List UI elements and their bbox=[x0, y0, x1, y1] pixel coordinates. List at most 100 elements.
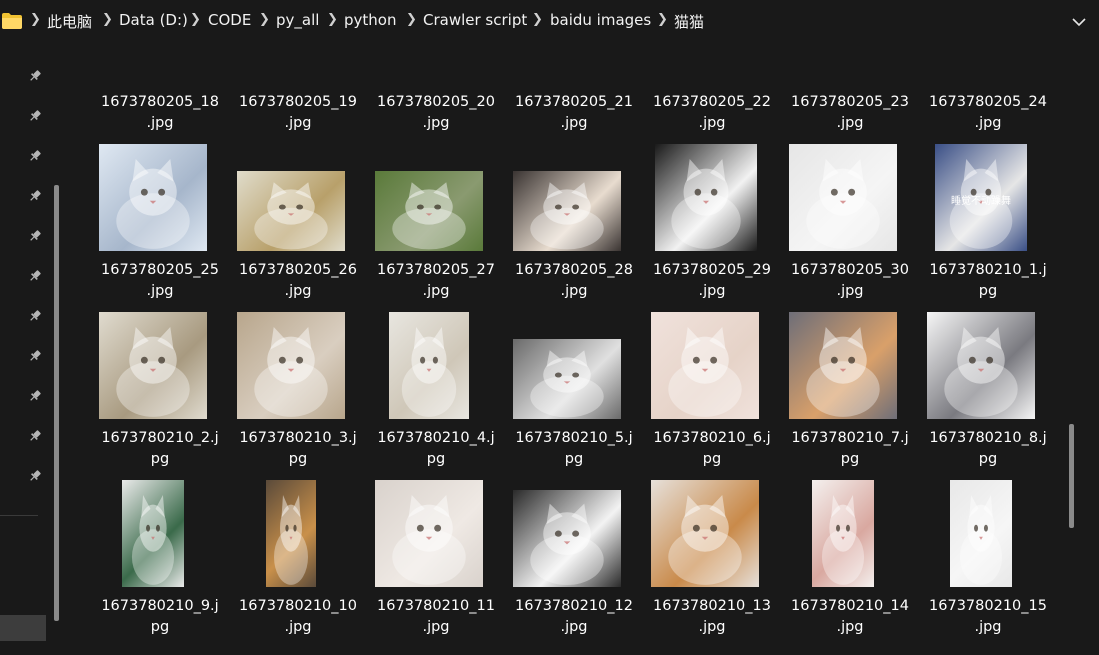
cat-photo-icon bbox=[806, 158, 880, 249]
file-name-line1: 1673780210_10 bbox=[239, 598, 357, 614]
pin-icon[interactable] bbox=[28, 109, 42, 123]
image-thumbnail[interactable] bbox=[266, 480, 316, 587]
file-name-line1: 1673780210_3.j bbox=[239, 430, 357, 446]
file-name-line1: 1673780205_28 bbox=[515, 262, 633, 278]
image-thumbnail[interactable] bbox=[513, 339, 621, 419]
file-name-label: 1673780210_10 .jpg bbox=[233, 596, 363, 638]
image-thumbnail[interactable] bbox=[237, 171, 345, 251]
sidebar-scrollbar[interactable] bbox=[54, 185, 59, 621]
breadcrumb-separator-icon[interactable]: ❯ bbox=[657, 12, 668, 27]
file-name-label: 1673780210_9.j pg bbox=[95, 596, 225, 638]
file-name-line1: 1673780205_19 bbox=[239, 94, 357, 110]
cat-photo-icon bbox=[821, 494, 865, 585]
file-name-line2: .jpg bbox=[560, 619, 588, 635]
sidebar-divider bbox=[0, 515, 38, 516]
image-thumbnail[interactable] bbox=[950, 480, 1012, 587]
file-name-line1: 1673780205_24 bbox=[929, 94, 1047, 110]
file-name-line1: 1673780205_22 bbox=[653, 94, 771, 110]
breadcrumb-py-all[interactable]: py_all bbox=[276, 11, 319, 29]
file-name-line1: 1673780210_4.j bbox=[377, 430, 495, 446]
image-thumbnail[interactable] bbox=[651, 312, 759, 419]
image-thumbnail[interactable] bbox=[513, 171, 621, 251]
file-name-line1: 1673780205_29 bbox=[653, 262, 771, 278]
file-name-line2: pg bbox=[702, 451, 722, 467]
file-name-label: 1673780210_15 .jpg bbox=[923, 596, 1053, 638]
file-name-line2: .jpg bbox=[560, 283, 588, 299]
file-name-line1: 1673780205_20 bbox=[377, 94, 495, 110]
image-thumbnail[interactable] bbox=[789, 144, 897, 251]
image-thumbnail[interactable] bbox=[389, 312, 469, 419]
file-name-line1: 1673780210_13 bbox=[653, 598, 771, 614]
breadcrumb-data-drive[interactable]: Data (D:) bbox=[119, 11, 188, 29]
file-name-label: 1673780205_29 .jpg bbox=[647, 260, 777, 302]
image-thumbnail[interactable] bbox=[122, 480, 184, 587]
image-thumbnail[interactable] bbox=[651, 480, 759, 587]
pin-icon[interactable] bbox=[28, 469, 42, 483]
file-name-line1: 1673780210_6.j bbox=[653, 430, 771, 446]
file-name-line1: 1673780205_30 bbox=[791, 262, 909, 278]
navigation-pane bbox=[0, 42, 68, 655]
file-name-line2: .jpg bbox=[284, 619, 312, 635]
file-name-label: 1673780210_7.j pg bbox=[785, 428, 915, 470]
file-name-label: 1673780210_1.j pg bbox=[923, 260, 1053, 302]
cat-photo-icon bbox=[254, 326, 328, 417]
breadcrumb-code[interactable]: CODE bbox=[208, 11, 251, 29]
breadcrumb-this-pc[interactable]: 此电脑 bbox=[47, 11, 92, 32]
pin-icon[interactable] bbox=[28, 69, 42, 83]
image-thumbnail[interactable] bbox=[99, 312, 207, 419]
file-name-line1: 1673780210_1.j bbox=[929, 262, 1047, 278]
pin-icon[interactable] bbox=[28, 429, 42, 443]
cat-photo-icon bbox=[392, 494, 466, 585]
file-name-line1: 1673780210_12 bbox=[515, 598, 633, 614]
file-name-label: 1673780205_27 .jpg bbox=[371, 260, 501, 302]
breadcrumb-python[interactable]: python bbox=[344, 11, 396, 29]
image-thumbnail[interactable] bbox=[375, 480, 483, 587]
content-scrollbar[interactable] bbox=[1069, 424, 1074, 528]
breadcrumb-current-folder[interactable]: 猫猫 bbox=[674, 11, 704, 32]
file-name-label: 1673780210_11 .jpg bbox=[371, 596, 501, 638]
pin-icon[interactable] bbox=[28, 309, 42, 323]
file-name-label: 1673780210_4.j pg bbox=[371, 428, 501, 470]
pin-icon[interactable] bbox=[28, 349, 42, 363]
address-bar[interactable]: ❯ 此电脑 ❯ Data (D:) ❯ CODE ❯ py_all ❯ pyth… bbox=[0, 0, 1099, 42]
pin-icon[interactable] bbox=[28, 149, 42, 163]
image-thumbnail[interactable]: 睡觉不动躁舞 bbox=[935, 144, 1027, 251]
pin-icon[interactable] bbox=[28, 229, 42, 243]
breadcrumb-baidu-images[interactable]: baidu images bbox=[550, 11, 651, 29]
file-name-line1: 1673780210_15 bbox=[929, 598, 1047, 614]
image-thumbnail[interactable] bbox=[513, 490, 621, 587]
breadcrumb-separator-icon[interactable]: ❯ bbox=[406, 12, 417, 27]
breadcrumb-separator-icon[interactable]: ❯ bbox=[259, 12, 270, 27]
sidebar-selected-item[interactable] bbox=[0, 615, 46, 641]
file-name-label: 1673780205_30 .jpg bbox=[785, 260, 915, 302]
pin-icon[interactable] bbox=[28, 389, 42, 403]
image-thumbnail[interactable] bbox=[237, 312, 345, 419]
file-name-label: 1673780205_19 .jpg bbox=[233, 92, 363, 134]
breadcrumb-separator-icon[interactable]: ❯ bbox=[30, 12, 41, 27]
file-name-line2: .jpg bbox=[974, 115, 1002, 131]
pin-icon[interactable] bbox=[28, 269, 42, 283]
breadcrumb-separator-icon[interactable]: ❯ bbox=[327, 12, 338, 27]
file-name-line1: 1673780210_8.j bbox=[929, 430, 1047, 446]
breadcrumb-separator-icon[interactable]: ❯ bbox=[102, 12, 113, 27]
chevron-down-icon[interactable] bbox=[1068, 12, 1090, 32]
file-name-line1: 1673780205_25 bbox=[101, 262, 219, 278]
image-thumbnail[interactable] bbox=[789, 312, 897, 419]
image-thumbnail[interactable] bbox=[927, 312, 1035, 419]
cat-photo-icon bbox=[530, 350, 604, 418]
file-name-line1: 1673780210_9.j bbox=[101, 598, 219, 614]
file-name-line2: .jpg bbox=[698, 619, 726, 635]
image-thumbnail[interactable] bbox=[99, 144, 207, 251]
breadcrumb-crawler-script[interactable]: Crawler script bbox=[423, 11, 527, 29]
image-thumbnail[interactable] bbox=[375, 171, 483, 251]
file-name-line1: 1673780205_23 bbox=[791, 94, 909, 110]
file-name-label: 1673780205_23 .jpg bbox=[785, 92, 915, 134]
breadcrumb-separator-icon[interactable]: ❯ bbox=[190, 12, 201, 27]
file-name-label: 1673780205_20 .jpg bbox=[371, 92, 501, 134]
breadcrumb-separator-icon[interactable]: ❯ bbox=[532, 12, 543, 27]
image-thumbnail[interactable] bbox=[812, 480, 874, 587]
file-name-label: 1673780205_28 .jpg bbox=[509, 260, 639, 302]
image-thumbnail[interactable] bbox=[655, 144, 757, 251]
pin-icon[interactable] bbox=[28, 189, 42, 203]
file-name-line2: .jpg bbox=[836, 115, 864, 131]
